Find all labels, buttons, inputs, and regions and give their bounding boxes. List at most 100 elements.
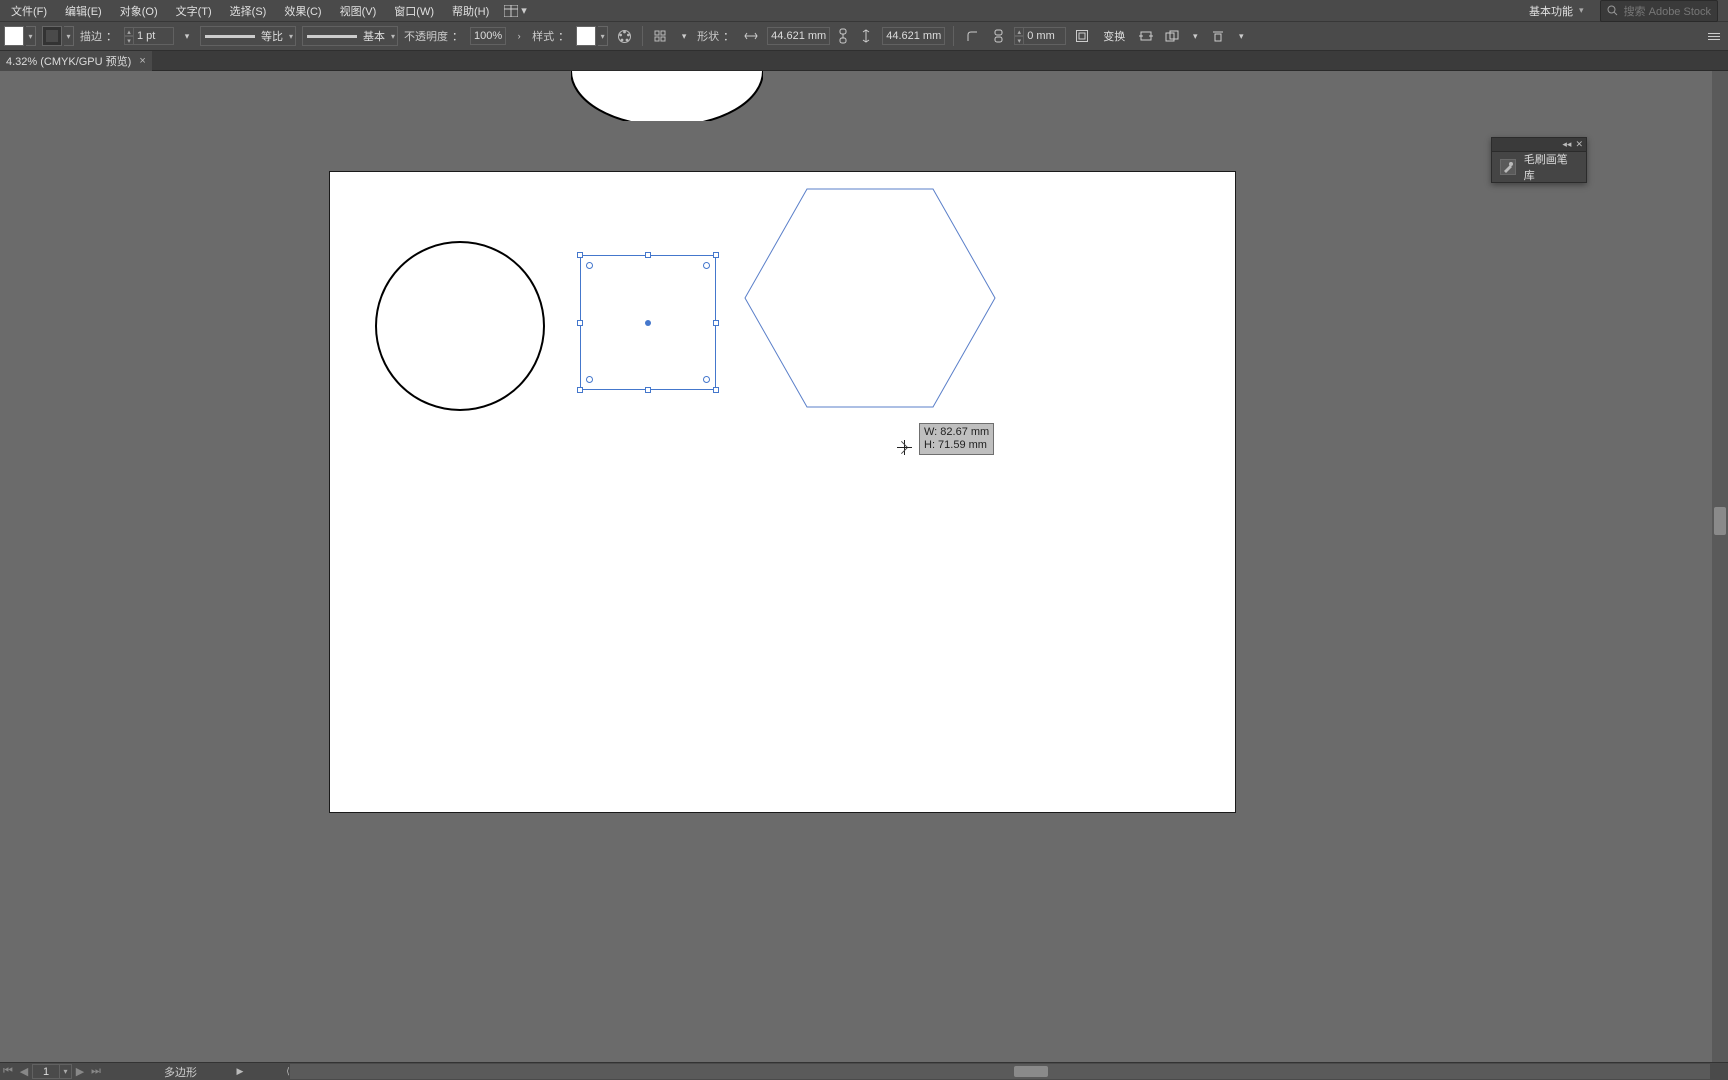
stroke-label: 描边 <box>80 28 102 44</box>
workspace-switcher[interactable]: 基本功能 ▾ <box>1523 1 1590 21</box>
corner-type-button[interactable] <box>962 26 982 46</box>
transform-panel-button[interactable]: 变换 <box>1098 26 1130 46</box>
opacity-input[interactable]: 100% <box>470 27 506 45</box>
recolor-artwork-button[interactable] <box>614 26 634 46</box>
status-menu-button[interactable]: ▶ <box>235 1065 245 1079</box>
selection-handle[interactable] <box>713 252 719 258</box>
app-menubar: 文件(F) 编辑(E) 对象(O) 文字(T) 选择(S) 效果(C) 视图(V… <box>0 0 1728 21</box>
opacity-menu[interactable]: › <box>512 26 526 46</box>
chevron-down-icon: ▾ <box>391 32 395 41</box>
menu-file[interactable]: 文件(F) <box>2 0 56 22</box>
chevron-down-icon: ▾ <box>1579 5 1584 16</box>
vertical-scrollbar[interactable] <box>1712 71 1728 1062</box>
status-bar: ⏮ ◀ ▾ ▶ ⏭ 多边形 ▶ ⟨ <box>0 1062 1728 1080</box>
menu-help[interactable]: 帮助(H) <box>443 0 498 22</box>
next-artboard-button[interactable]: ▶ <box>72 1064 88 1080</box>
center-point-icon <box>645 320 651 326</box>
menu-window[interactable]: 窗口(W) <box>385 0 443 22</box>
align-menu[interactable]: ▾ <box>677 26 691 46</box>
panel-close-icon[interactable]: ✕ <box>1575 139 1583 150</box>
stroke-weight-input[interactable]: ▴▾ 1 pt <box>124 27 174 45</box>
scrollbar-thumb[interactable] <box>1714 507 1726 535</box>
menu-effect[interactable]: 效果(C) <box>275 0 330 22</box>
prev-artboard-button[interactable]: ◀ <box>16 1064 32 1080</box>
horizontal-scrollbar[interactable] <box>290 1064 1710 1079</box>
stroke-weight-menu[interactable]: ▾ <box>180 26 194 46</box>
menu-type[interactable]: 文字(T) <box>167 0 221 22</box>
selection-handle[interactable] <box>713 387 719 393</box>
document-tabstrip: 4.32% (CMYK/GPU 预览) × <box>0 51 1728 71</box>
shape-properties-button[interactable] <box>1072 26 1092 46</box>
shape-label: 形状 <box>697 28 719 44</box>
brush-library-icon <box>1500 159 1516 175</box>
tooltip-height: H: 71.59 mm <box>924 439 989 452</box>
scrollbar-thumb[interactable] <box>1014 1066 1048 1077</box>
align-to-button[interactable] <box>1208 26 1228 46</box>
search-placeholder: 搜索 Adobe Stock <box>1624 3 1711 19</box>
workspace-label: 基本功能 <box>1529 3 1573 19</box>
corner-widget[interactable] <box>703 262 710 269</box>
control-bar: ▾ ▾ 描边： ▴▾ 1 pt ▾ 等比 ▾ 基本 ▾ 不透明度： 100% ›… <box>0 21 1728 51</box>
menu-select[interactable]: 选择(S) <box>221 0 276 22</box>
chevron-down-icon: ▾ <box>64 26 74 46</box>
document-tab-label: 4.32% (CMYK/GPU 预览) <box>6 53 131 69</box>
style-label: 样式 <box>532 28 554 44</box>
artboard-number-input[interactable]: ▾ <box>32 1064 72 1079</box>
last-artboard-button[interactable]: ⏭ <box>88 1064 104 1080</box>
arrange-button[interactable] <box>1162 26 1182 46</box>
chevron-down-icon: ▾ <box>59 1065 71 1078</box>
opacity-label: 不透明度 <box>404 28 448 44</box>
canvas-viewport[interactable]: W: 82.67 mm H: 71.59 mm ◂◂ ✕ 毛刷画笔库 <box>0 71 1728 1062</box>
selection-handle[interactable] <box>713 320 719 326</box>
shape-height-input[interactable]: 44.621 mm <box>882 27 945 45</box>
corner-radius-input[interactable]: ▴▾ 0 mm <box>1014 27 1066 45</box>
graphic-style-swatch[interactable]: ▾ <box>576 26 608 46</box>
adobe-stock-search[interactable]: 搜索 Adobe Stock <box>1600 0 1718 22</box>
chevron-down-icon: ▾ <box>521 4 527 17</box>
close-tab-icon[interactable]: × <box>139 55 145 67</box>
offscreen-ellipse-shape[interactable] <box>571 71 763 121</box>
selection-handle[interactable] <box>577 320 583 326</box>
isolate-button[interactable] <box>1136 26 1156 46</box>
search-icon <box>1607 5 1618 16</box>
document-tab[interactable]: 4.32% (CMYK/GPU 预览) × <box>0 51 152 71</box>
panel-collapse-icon[interactable]: ◂◂ <box>1562 139 1571 150</box>
selection-handle[interactable] <box>645 387 651 393</box>
chevron-down-icon: ▾ <box>289 32 293 41</box>
stroke-swatch[interactable]: ▾ <box>42 26 74 46</box>
corner-widget[interactable] <box>586 376 593 383</box>
height-icon <box>856 26 876 46</box>
brush-preview-icon <box>307 35 357 38</box>
align-to-menu[interactable]: ▾ <box>1234 26 1248 46</box>
corner-widget[interactable] <box>703 376 710 383</box>
panel-title: 毛刷画笔库 <box>1524 151 1578 183</box>
selection-handle[interactable] <box>577 252 583 258</box>
selection-handle[interactable] <box>577 387 583 393</box>
menu-edit[interactable]: 编辑(E) <box>56 0 111 22</box>
hexagon-shape-preview[interactable] <box>744 188 996 408</box>
tooltip-width: W: 82.67 mm <box>924 426 989 439</box>
arrange-menu[interactable]: ▾ <box>1188 26 1202 46</box>
width-profile-dropdown[interactable]: 等比 ▾ <box>200 26 296 46</box>
measurement-tooltip: W: 82.67 mm H: 71.59 mm <box>919 423 994 455</box>
corner-widget[interactable] <box>586 262 593 269</box>
menu-view[interactable]: 视图(V) <box>331 0 386 22</box>
link-dimensions-toggle[interactable] <box>836 26 850 46</box>
corner-link-icon[interactable] <box>988 26 1008 46</box>
bristle-brush-library-panel[interactable]: ◂◂ ✕ 毛刷画笔库 <box>1491 137 1587 183</box>
circle-shape[interactable] <box>375 241 545 411</box>
stroke-profile-preview-icon <box>205 35 255 38</box>
shape-width-input[interactable]: 44.621 mm <box>767 27 830 45</box>
fill-swatch[interactable]: ▾ <box>4 26 36 46</box>
first-artboard-button[interactable]: ⏮ <box>0 1064 16 1080</box>
arrange-documents-button[interactable]: ▾ <box>498 4 533 17</box>
selected-rectangle-shape[interactable] <box>577 252 719 393</box>
width-icon <box>741 26 761 46</box>
brush-definition-dropdown[interactable]: 基本 ▾ <box>302 26 398 46</box>
align-panel-button[interactable] <box>651 26 671 46</box>
selection-handle[interactable] <box>645 252 651 258</box>
menu-object[interactable]: 对象(O) <box>111 0 167 22</box>
control-panel-menu-icon[interactable] <box>1704 29 1724 44</box>
current-tool-label: 多边形 <box>164 1064 197 1080</box>
chevron-down-icon: ▾ <box>26 26 36 46</box>
